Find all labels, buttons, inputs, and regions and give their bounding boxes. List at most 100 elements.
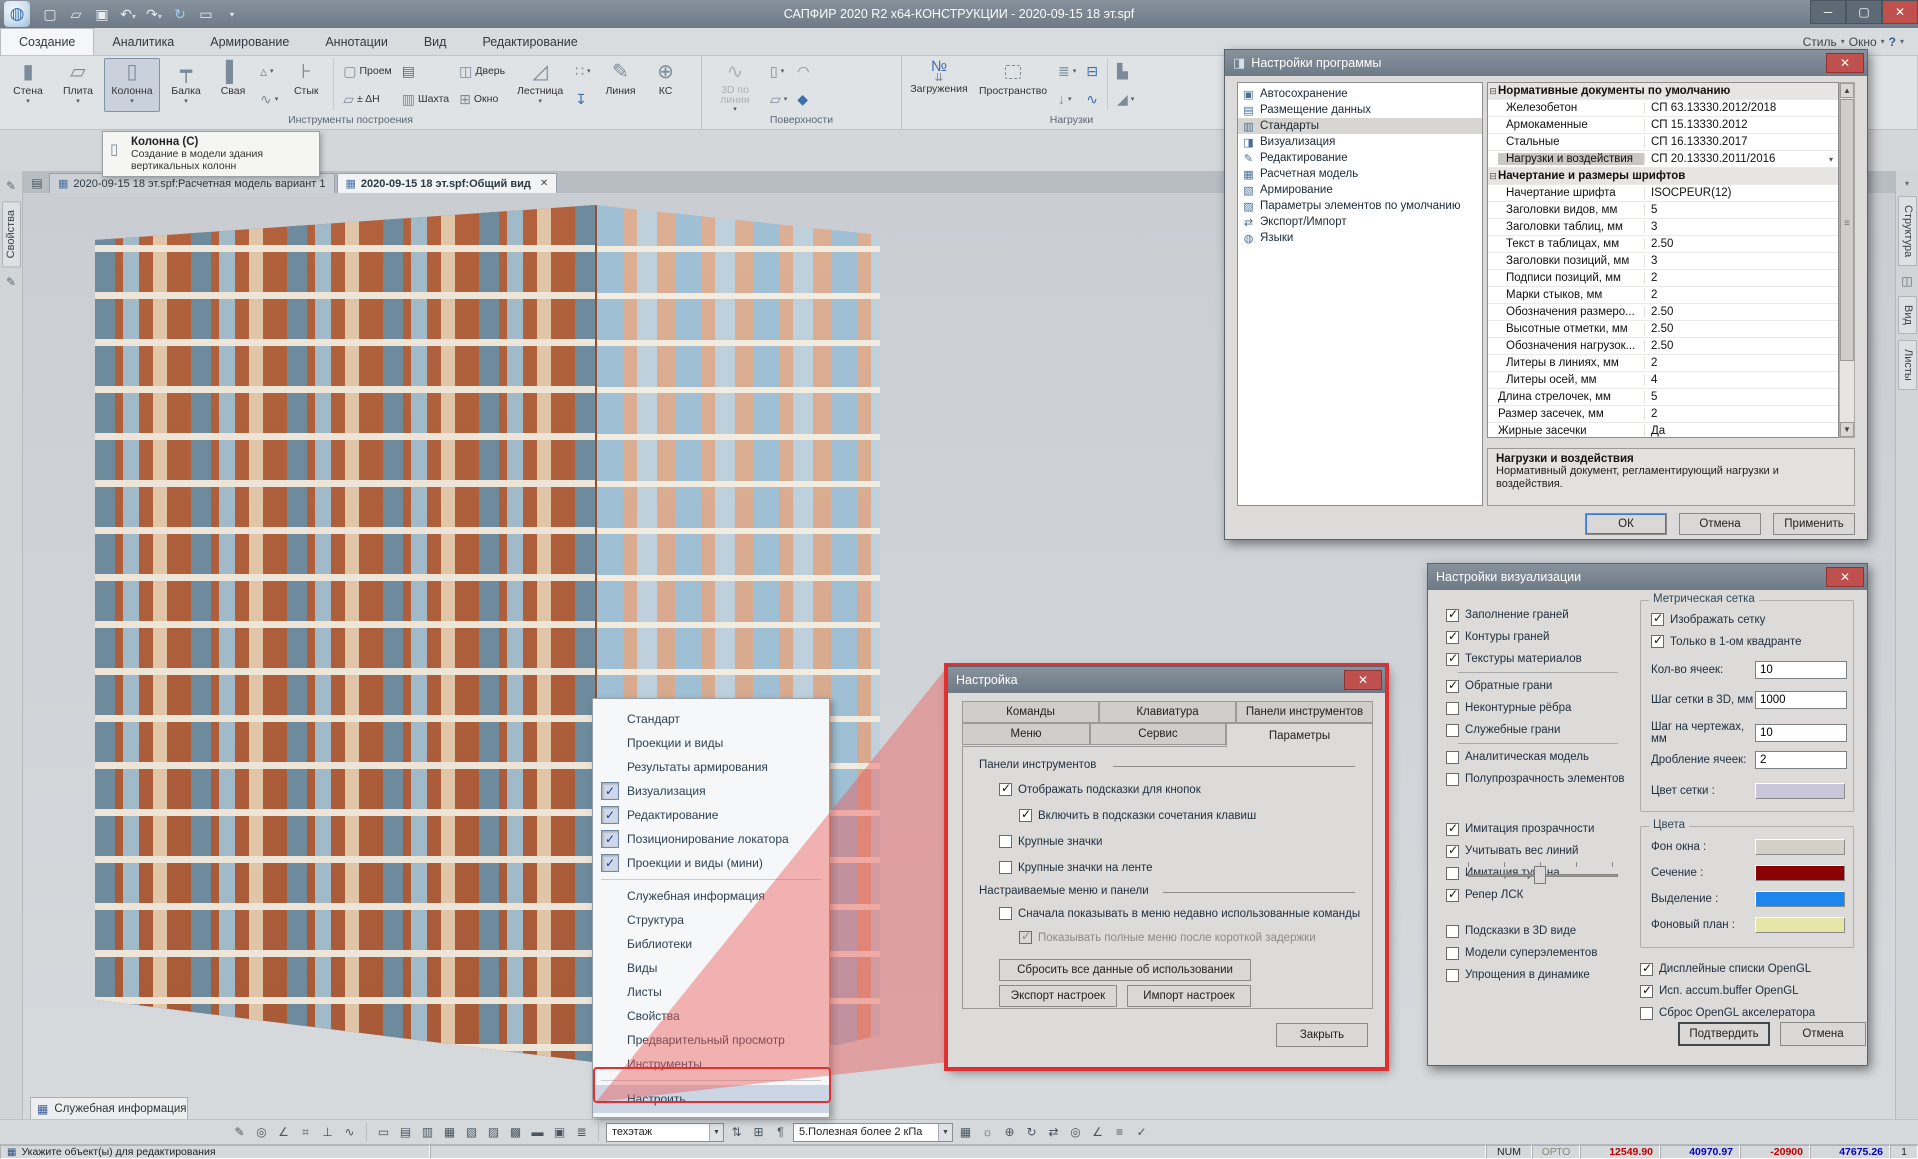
tab-commands[interactable]: Команды bbox=[962, 701, 1099, 723]
space-button[interactable]: Пространство bbox=[974, 58, 1052, 112]
tab-annotations[interactable]: Аннотации bbox=[307, 28, 405, 55]
measure-icon[interactable]: ▭ bbox=[196, 6, 216, 23]
drawing-step-input[interactable] bbox=[1755, 724, 1847, 742]
context-menu-item[interactable]: ✓ Редактирование bbox=[593, 803, 829, 827]
toolbar-icon[interactable]: ☼ bbox=[978, 1123, 997, 1142]
context-menu-item[interactable]: ✓ Визуализация bbox=[593, 779, 829, 803]
tab-editing[interactable]: Редактирование bbox=[464, 28, 595, 55]
cell-split-input[interactable] bbox=[1755, 751, 1847, 769]
toolbar-icon[interactable]: ▥ bbox=[418, 1123, 437, 1142]
tab-keyboard[interactable]: Клавиатура bbox=[1099, 701, 1236, 723]
vis-checkbox-row[interactable]: Неконтурные рёбра bbox=[1428, 697, 1638, 719]
tree-item[interactable]: ▤ Размещение данных bbox=[1238, 102, 1482, 118]
toolbar-icon[interactable]: ▭ bbox=[374, 1123, 393, 1142]
stairs-button[interactable]: ◿Лестница▾ bbox=[511, 58, 569, 112]
vis-checkbox-row[interactable]: Полупрозрачность элементов bbox=[1428, 768, 1638, 790]
toolbar-icon[interactable]: ≣ bbox=[572, 1123, 591, 1142]
grid-step-3d-input[interactable] bbox=[1755, 691, 1847, 709]
vis-checkbox-row[interactable]: Обратные грани bbox=[1428, 675, 1638, 697]
property-row[interactable]: ⊟ Длина стрелочек, мм 5 ▾ bbox=[1488, 389, 1838, 406]
num-lock-indicator[interactable]: NUM bbox=[1486, 1145, 1532, 1159]
edit-properties-icon[interactable]: ✎ bbox=[0, 179, 22, 193]
apply-button[interactable]: Применить bbox=[1773, 513, 1855, 535]
export-settings-button[interactable]: Экспорт настроек bbox=[999, 985, 1117, 1007]
qat-overflow-icon[interactable]: ▾ bbox=[222, 10, 242, 19]
vis-checkbox-row[interactable]: Учитывать вес линий bbox=[1428, 840, 1638, 862]
scrollbar-thumb[interactable] bbox=[1840, 99, 1854, 361]
door-button[interactable]: ◫Дверь bbox=[455, 58, 509, 84]
grid-color-swatch[interactable] bbox=[1755, 783, 1845, 799]
arch-button[interactable]: ◠ bbox=[793, 58, 813, 84]
open-file-icon[interactable]: ▱ bbox=[66, 6, 86, 23]
vis-checkbox-row[interactable]: Аналитическая модель bbox=[1428, 746, 1638, 768]
toolbar-icon[interactable]: ▣ bbox=[550, 1123, 569, 1142]
toolbar-icon[interactable]: ¶ bbox=[771, 1123, 790, 1142]
joint-button[interactable]: ⊦Стык bbox=[284, 58, 328, 112]
context-menu-item[interactable]: ✓ Инструменты bbox=[593, 1052, 829, 1076]
context-menu-item[interactable]: ✓ Служебная информация bbox=[593, 884, 829, 908]
visualization-settings-titlebar[interactable]: Настройки визуализации ✕ bbox=[1428, 564, 1867, 590]
import-settings-button[interactable]: Импорт настроек bbox=[1127, 985, 1251, 1007]
opengl-checkbox-row[interactable]: Дисплейные списки OpenGL bbox=[1628, 958, 1858, 980]
beam-button[interactable]: ┯Балка▾ bbox=[162, 58, 210, 112]
sync-model-icon[interactable]: ↻ bbox=[170, 6, 190, 23]
toolbar-icon[interactable]: ▦ bbox=[440, 1123, 459, 1142]
help-icon[interactable]: ? bbox=[1889, 35, 1896, 49]
sheets-panel-tab[interactable]: Листы bbox=[1898, 340, 1917, 390]
vis-checkbox-row[interactable]: Модели суперэлементов bbox=[1428, 942, 1638, 964]
save-file-icon[interactable]: ▣ bbox=[92, 6, 112, 23]
pile-button[interactable]: ▌Свая bbox=[212, 58, 254, 112]
opengl-checkbox-row[interactable]: Исп. accum.buffer OpenGL bbox=[1628, 980, 1858, 1002]
shaft-button[interactable]: ▥Шахта bbox=[398, 86, 453, 112]
slider-thumb[interactable] bbox=[1534, 866, 1546, 884]
tab-toolbars[interactable]: Панели инструментов bbox=[1236, 701, 1373, 723]
property-row[interactable]: ⊟ Обозначения размеро... 2.50 ▾ bbox=[1488, 304, 1838, 321]
combo-caret-icon[interactable]: ▼ bbox=[709, 1124, 723, 1141]
checkbox-large-ribbon-icons[interactable]: Крупные значки на ленте bbox=[999, 861, 1153, 874]
tab-parameters[interactable]: Параметры bbox=[1226, 723, 1373, 747]
delta-h-button[interactable]: ▱± ΔН bbox=[339, 86, 396, 112]
toolbar-icon[interactable]: ∿ bbox=[340, 1123, 359, 1142]
checkbox-include-shortcuts[interactable]: Включить в подсказки сочетания клавиш bbox=[1019, 809, 1256, 822]
scroll-up-icon[interactable]: ▲ bbox=[1840, 83, 1854, 98]
property-row[interactable]: ⊟ Литеры осей, мм 4 ▾ bbox=[1488, 372, 1838, 389]
toolbar-icon[interactable]: ∠ bbox=[274, 1123, 293, 1142]
undo-icon[interactable]: ↶▾ bbox=[118, 6, 138, 23]
vehicle-load-button[interactable]: ⊟ bbox=[1082, 58, 1102, 84]
property-row[interactable]: ⊟ Подписи позиций, мм 2 ▾ bbox=[1488, 270, 1838, 287]
context-menu-item[interactable]: ✓ Библиотеки bbox=[593, 932, 829, 956]
transparency-slider[interactable] bbox=[1468, 862, 1618, 886]
tab-service[interactable]: Сервис bbox=[1090, 723, 1226, 745]
context-menu-item[interactable]: ✓ Проекции и виды (мини) bbox=[593, 851, 829, 875]
property-row[interactable]: ⊟ Заголовки таблиц, мм 3 ▾ bbox=[1488, 219, 1838, 236]
vis-checkbox-row[interactable]: Заполнение граней bbox=[1428, 604, 1638, 626]
toolbar-icon[interactable]: ◎ bbox=[252, 1123, 271, 1142]
ks-button[interactable]: ⊕КС bbox=[647, 58, 685, 112]
program-settings-titlebar[interactable]: ◨ Настройки программы ✕ bbox=[1225, 50, 1867, 76]
vertical-surface-button[interactable]: ▯▾ bbox=[766, 58, 791, 84]
vis-checkbox-row[interactable]: Текстуры материалов bbox=[1428, 648, 1638, 670]
tree-item[interactable]: ◍ Языки bbox=[1238, 230, 1482, 246]
context-menu-item[interactable]: ✓ Результаты армирования bbox=[593, 755, 829, 779]
new-file-icon[interactable]: ▢ bbox=[40, 6, 60, 23]
tree-item[interactable]: ◨ Визуализация bbox=[1238, 134, 1482, 150]
toolbar-icon[interactable]: ⊞ bbox=[749, 1123, 768, 1142]
tree-item[interactable]: ▦ Расчетная модель bbox=[1238, 166, 1482, 182]
toolbar-icon[interactable]: ⇅ bbox=[727, 1123, 746, 1142]
vis-checkbox-row[interactable]: Подсказки в 3D виде bbox=[1428, 920, 1638, 942]
property-row[interactable]: ⊟ Начертание шрифта ISOCPEUR(12) ▾ bbox=[1488, 185, 1838, 202]
toolbar-icon[interactable]: ⇄ bbox=[1044, 1123, 1063, 1142]
property-row[interactable]: ⊟ Нормативные документы по умолчанию ▾ bbox=[1488, 83, 1838, 100]
context-menu-item[interactable]: ✓ Виды bbox=[593, 956, 829, 980]
collapse-panel-icon[interactable]: ▾ bbox=[1896, 179, 1918, 188]
checkbox-first-quadrant[interactable]: Только в 1-ом квадранте bbox=[1651, 635, 1802, 648]
window-bg-swatch[interactable] bbox=[1755, 839, 1845, 855]
confirm-button[interactable]: Подтвердить bbox=[1678, 1022, 1770, 1046]
tab-analytics[interactable]: Аналитика bbox=[94, 28, 192, 55]
window-menu-item[interactable]: Окно bbox=[1849, 35, 1877, 49]
close-customize-button[interactable]: Закрыть bbox=[1276, 1023, 1368, 1047]
load-case-combobox[interactable]: 5.Полезная более 2 кПа ▼ bbox=[793, 1123, 953, 1142]
close-dialog-button[interactable]: ✕ bbox=[1826, 53, 1864, 73]
property-row[interactable]: ⊟ Размер засечек, мм 2 ▾ bbox=[1488, 406, 1838, 423]
context-menu-item[interactable]: ✓ Проекции и виды bbox=[593, 731, 829, 755]
